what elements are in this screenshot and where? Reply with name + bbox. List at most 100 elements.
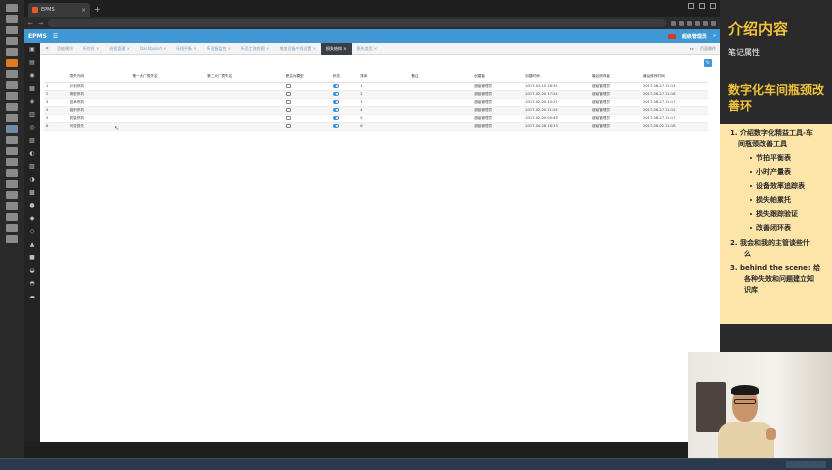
status-toggle[interactable]	[332, 108, 339, 112]
tool-icon[interactable]	[6, 180, 18, 188]
model-checkbox[interactable]	[285, 84, 291, 88]
column-header[interactable]: 最后修改时间	[641, 72, 708, 83]
tabs-forward-icon[interactable]: ▸▸	[690, 46, 694, 52]
status-toggle[interactable]	[332, 92, 339, 96]
tabs-back-icon[interactable]: «	[42, 45, 52, 52]
model-checkbox[interactable]	[285, 92, 291, 96]
table-row[interactable]: 2 换型停机 2 超级管理员 2017-02-20 17:24 超级管理员 20…	[44, 90, 708, 99]
page-tab[interactable]: IE优化 ×	[78, 43, 104, 55]
table-row[interactable]: 6 可变损失 6 超级管理员 2017-04-28 16:23 超级管理员 20…	[44, 122, 708, 131]
sidebar-icon[interactable]: ▲	[30, 242, 35, 248]
sidebar-icon[interactable]: ●	[29, 203, 34, 209]
sidebar-icon[interactable]: ◒	[29, 268, 34, 274]
extension-icon[interactable]	[687, 20, 692, 26]
column-header[interactable]: 损失代码	[67, 72, 131, 83]
tool-icon[interactable]	[6, 37, 18, 45]
tool-icon[interactable]	[6, 158, 18, 166]
sidebar-icon[interactable]: ☁	[29, 294, 35, 300]
column-header[interactable]: 是否为模型	[283, 72, 331, 83]
tool-icon[interactable]	[6, 125, 18, 133]
tool-icon[interactable]	[6, 48, 18, 56]
status-toggle[interactable]	[332, 100, 339, 104]
forward-icon[interactable]: →	[38, 20, 43, 27]
column-header[interactable]: 排序	[358, 72, 410, 83]
column-header[interactable]: 状态	[330, 72, 359, 83]
sidebar-icon[interactable]: ▤	[29, 60, 35, 66]
page-tab[interactable]: 损失类型 ×	[352, 43, 383, 55]
model-checkbox[interactable]	[285, 116, 291, 120]
model-checkbox[interactable]	[285, 100, 291, 104]
column-header[interactable]: 创建者	[472, 72, 524, 83]
menu-icon[interactable]	[711, 20, 716, 26]
column-header[interactable]: 备注	[409, 72, 473, 83]
column-header[interactable]: 创建时间	[523, 72, 591, 83]
tool-icon[interactable]	[6, 213, 18, 221]
table-row[interactable]: 3 技术停机 3 超级管理员 2017-02-20 10:21 超级管理员 20…	[44, 98, 708, 107]
close-icon[interactable]: ×	[81, 7, 86, 14]
close-window-icon[interactable]	[710, 3, 716, 9]
tool-icon[interactable]	[6, 136, 18, 144]
back-icon[interactable]: ←	[28, 20, 33, 27]
sidebar-icon[interactable]: ◆	[30, 216, 35, 222]
tool-icon[interactable]	[6, 202, 18, 210]
user-menu[interactable]: 超级管理员	[682, 33, 707, 40]
sidebar-icon[interactable]: ▧	[29, 138, 35, 144]
language-flag-icon[interactable]	[667, 33, 676, 39]
extension-icon[interactable]	[671, 20, 676, 26]
browser-tab[interactable]: EPMS ×	[28, 3, 90, 17]
page-tab[interactable]: Dashboard ×	[135, 43, 171, 55]
tool-icon[interactable]	[6, 81, 18, 89]
new-tab-button[interactable]: +	[94, 3, 101, 17]
tool-icon[interactable]	[6, 26, 18, 34]
model-checkbox[interactable]	[285, 124, 291, 128]
status-toggle[interactable]	[332, 124, 339, 128]
sidebar-icon[interactable]: ▨	[29, 164, 35, 170]
tool-icon[interactable]	[6, 103, 18, 111]
sidebar-icon[interactable]: ▩	[29, 190, 35, 196]
tool-icon[interactable]	[6, 92, 18, 100]
extension-icon[interactable]	[695, 20, 700, 26]
tool-icon[interactable]	[6, 15, 18, 23]
page-tab[interactable]: 增加设备产线设置 ×	[274, 43, 321, 55]
tool-icon-active[interactable]	[6, 59, 18, 67]
tool-icon[interactable]	[6, 4, 18, 12]
taskbar-tray[interactable]	[786, 461, 826, 468]
sidebar-icon[interactable]: ▦	[29, 86, 35, 92]
tool-icon[interactable]	[6, 191, 18, 199]
table-row[interactable]: 5 质量停机 5 超级管理员 2017-02-20 09:43 超级管理员 20…	[44, 114, 708, 123]
maximize-icon[interactable]	[699, 3, 705, 9]
status-toggle[interactable]	[332, 116, 339, 120]
sidebar-icon[interactable]: ◉	[29, 73, 34, 79]
sidebar-icon[interactable]: ◈	[30, 99, 35, 105]
status-toggle[interactable]	[332, 84, 339, 88]
column-header[interactable]: 第二大厂损失名	[205, 72, 284, 83]
column-header[interactable]: 最后修改者	[590, 72, 642, 83]
sidebar-icon[interactable]: ◓	[29, 281, 34, 287]
tool-icon[interactable]	[6, 224, 18, 232]
refresh-button[interactable]: ↻	[704, 59, 712, 67]
sidebar-icon[interactable]: ▣	[29, 47, 35, 53]
sidebar-icon[interactable]: ◑	[29, 177, 34, 183]
page-tab[interactable]: IE设备监控 ×	[202, 43, 236, 55]
tool-icon[interactable]	[6, 235, 18, 243]
page-actions-button[interactable]: 页面操作	[700, 46, 716, 52]
model-checkbox[interactable]	[285, 108, 291, 112]
sidebar-icon[interactable]: ▥	[29, 112, 35, 118]
expand-icon[interactable]: »	[713, 33, 716, 39]
tool-icon[interactable]	[6, 147, 18, 155]
table-row[interactable]: 4 组织停机 4 超级管理员 2017-02-20 11:25 超级管理员 20…	[44, 106, 708, 115]
sidebar-icon[interactable]: ◎	[29, 125, 34, 131]
url-input[interactable]	[48, 19, 666, 27]
page-tab[interactable]: IE线平衡 ×	[171, 43, 201, 55]
page-tab[interactable]: 功能模块	[52, 43, 78, 55]
tool-icon[interactable]	[6, 114, 18, 122]
extension-icon[interactable]	[703, 20, 708, 26]
sidebar-icon[interactable]: ◐	[29, 151, 34, 157]
page-tab[interactable]: 班组管理 ×	[104, 43, 135, 55]
tool-icon[interactable]	[6, 169, 18, 177]
table-row[interactable]: 1 计划停机 1 超级管理员 2017-02-10 18:31 超级管理员 20…	[44, 82, 708, 91]
tool-icon[interactable]	[6, 70, 18, 78]
hamburger-icon[interactable]: ☰	[53, 33, 58, 40]
minimize-icon[interactable]	[688, 3, 694, 9]
page-tab-active[interactable]: 损失结构 ×	[320, 42, 352, 55]
